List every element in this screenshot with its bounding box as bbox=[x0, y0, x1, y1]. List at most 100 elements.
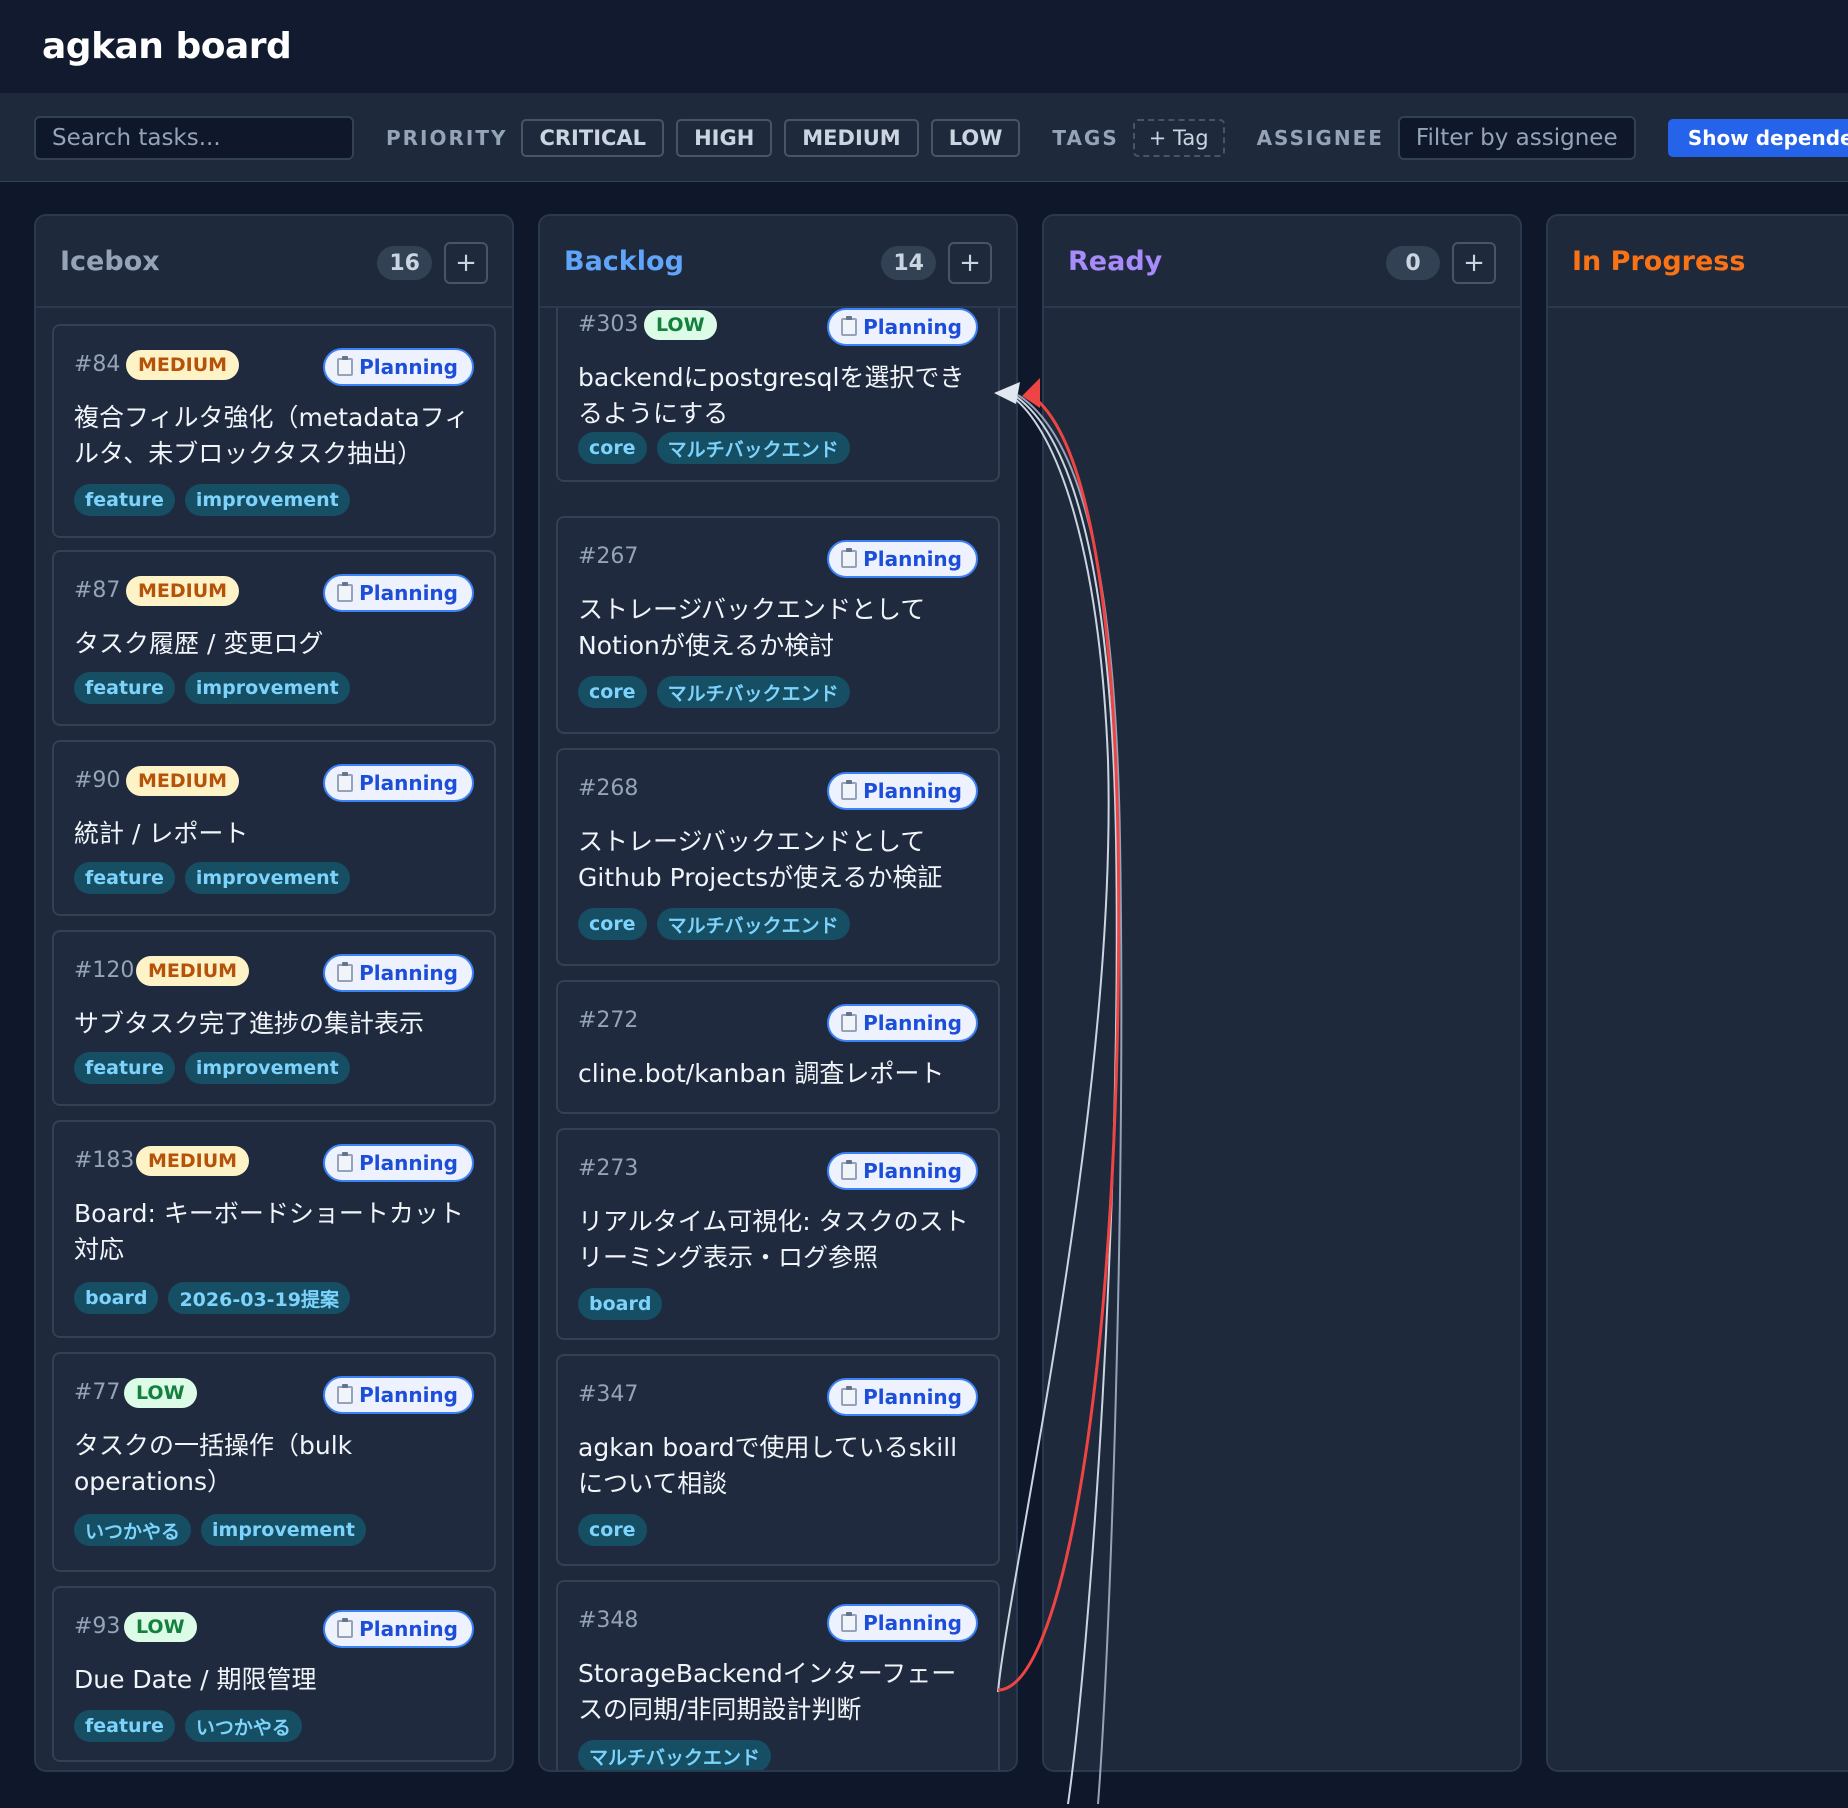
tag[interactable]: feature bbox=[74, 1710, 175, 1742]
tag[interactable]: improvement bbox=[184, 484, 350, 516]
status-label: Planning bbox=[863, 547, 962, 571]
tag[interactable]: board bbox=[578, 1288, 663, 1320]
task-card[interactable]: #347 Planning agkan boardで使用しているskillについ… bbox=[556, 1354, 1000, 1566]
tag-list: マルチバックエンド bbox=[578, 1740, 772, 1770]
tag-list: feature improvement bbox=[74, 672, 350, 704]
status-label: Planning bbox=[359, 1383, 458, 1407]
task-card[interactable]: #183 MEDIUM Planning Board: キーボードショートカット… bbox=[52, 1120, 496, 1338]
task-card[interactable]: #348 Planning StorageBackendインターフェースの同期/… bbox=[556, 1580, 1000, 1770]
column-count-badge: 16 bbox=[377, 246, 432, 280]
task-title: 複合フィルタ強化（metadataフィルタ、未ブロックタスク抽出） bbox=[74, 403, 470, 468]
status-badge: Planning bbox=[323, 1376, 474, 1414]
task-id: #120 bbox=[74, 958, 135, 983]
priority-badge: MEDIUM bbox=[136, 956, 250, 986]
clipboard-icon bbox=[841, 316, 858, 336]
tag-list: feature improvement bbox=[74, 484, 350, 516]
dependency-arrowhead-critical bbox=[1022, 378, 1040, 408]
task-card[interactable]: #273 Planning リアルタイム可視化: タスクのストリーミング表示・ロ… bbox=[556, 1128, 1000, 1340]
app-header: agkan board bbox=[0, 0, 1848, 94]
task-id: #183 bbox=[74, 1148, 135, 1173]
task-title: タスクの一括操作（bulk operations） bbox=[74, 1431, 353, 1496]
tag[interactable]: feature bbox=[74, 484, 175, 516]
tag[interactable]: board bbox=[74, 1282, 159, 1314]
clipboard-icon bbox=[337, 1152, 354, 1172]
task-card[interactable]: #268 Planning ストレージバックエンドとしてGithub Proje… bbox=[556, 748, 1000, 966]
add-task-button[interactable]: + bbox=[444, 242, 488, 284]
tag[interactable]: feature bbox=[74, 862, 175, 894]
task-title: リアルタイム可視化: タスクのストリーミング表示・ログ参照 bbox=[578, 1207, 969, 1272]
clipboard-icon bbox=[337, 772, 354, 792]
column-header: Backlog 14 + bbox=[540, 216, 1016, 308]
tag[interactable]: improvement bbox=[184, 672, 350, 704]
task-card[interactable]: #272 Planning cline.bot/kanban 調査レポート bbox=[556, 980, 1000, 1114]
tag-list: いつかやる improvement bbox=[74, 1514, 366, 1546]
tag[interactable]: improvement bbox=[184, 1052, 350, 1084]
task-card[interactable]: #267 Planning ストレージバックエンドとしてNotionが使えるか検… bbox=[556, 516, 1000, 734]
task-card[interactable]: #87 MEDIUM Planning タスク履歴 / 変更ログ feature… bbox=[52, 550, 496, 726]
priority-filter-label: PRIORITY bbox=[386, 125, 508, 150]
status-badge: Planning bbox=[827, 308, 978, 346]
search-input[interactable] bbox=[34, 115, 354, 160]
column-header: Ready 0 + bbox=[1044, 216, 1520, 308]
tag[interactable]: core bbox=[578, 1514, 647, 1546]
tag[interactable]: core bbox=[578, 676, 647, 708]
column-header: In Progress bbox=[1548, 216, 1848, 308]
task-title: 統計 / レポート bbox=[74, 819, 249, 848]
show-dependencies-button[interactable]: Show dependencies bbox=[1667, 118, 1848, 157]
assignee-filter-input[interactable] bbox=[1397, 115, 1636, 160]
column-body: #303 LOW Planning backendにpostgresqlを選択で… bbox=[540, 308, 1016, 1770]
status-badge: Planning bbox=[323, 764, 474, 802]
status-label: Planning bbox=[359, 771, 458, 795]
status-label: Planning bbox=[863, 1159, 962, 1183]
tag[interactable]: feature bbox=[74, 672, 175, 704]
status-label: Planning bbox=[863, 1611, 962, 1635]
clipboard-icon bbox=[841, 780, 858, 800]
tag[interactable]: core bbox=[578, 432, 647, 464]
task-title: cline.bot/kanban 調査レポート bbox=[578, 1059, 945, 1088]
clipboard-icon bbox=[841, 1386, 858, 1406]
task-card[interactable]: #84 MEDIUM Planning 複合フィルタ強化（metadataフィル… bbox=[52, 324, 496, 538]
priority-badge: MEDIUM bbox=[126, 350, 240, 380]
tag[interactable]: いつかやる bbox=[74, 1514, 192, 1546]
priority-critical-button[interactable]: CRITICAL bbox=[521, 118, 665, 157]
status-label: Planning bbox=[863, 1385, 962, 1409]
priority-low-button[interactable]: LOW bbox=[930, 118, 1021, 157]
assignee-filter-label: ASSIGNEE bbox=[1256, 125, 1384, 150]
add-task-button[interactable]: + bbox=[948, 242, 992, 284]
tag[interactable]: feature bbox=[74, 1052, 175, 1084]
tag[interactable]: improvement bbox=[184, 862, 350, 894]
priority-badge: MEDIUM bbox=[126, 576, 240, 606]
status-label: Planning bbox=[359, 961, 458, 985]
add-tag-filter-button[interactable]: + Tag bbox=[1132, 118, 1225, 157]
tag-list: board bbox=[578, 1288, 663, 1320]
status-badge: Planning bbox=[323, 1144, 474, 1182]
task-card[interactable]: #90 MEDIUM Planning 統計 / レポート feature im… bbox=[52, 740, 496, 916]
task-title: backendにpostgresqlを選択できるようにする bbox=[578, 363, 965, 428]
task-card[interactable]: #77 LOW Planning タスクの一括操作（bulk operation… bbox=[52, 1352, 496, 1572]
tag[interactable]: 2026-03-19提案 bbox=[168, 1282, 350, 1314]
column-body: #84 MEDIUM Planning 複合フィルタ強化（metadataフィル… bbox=[36, 308, 512, 1770]
task-card[interactable]: #120 MEDIUM Planning サブタスク完了進捗の集計表示 feat… bbox=[52, 930, 496, 1106]
task-id: #77 bbox=[74, 1380, 121, 1405]
status-badge: Planning bbox=[323, 954, 474, 992]
tag[interactable]: いつかやる bbox=[184, 1710, 302, 1742]
task-card[interactable]: #303 LOW Planning backendにpostgresqlを選択で… bbox=[556, 308, 1000, 482]
tag[interactable]: マルチバックエンド bbox=[656, 676, 850, 708]
task-card[interactable]: #93 LOW Planning Due Date / 期限管理 feature… bbox=[52, 1586, 496, 1762]
tag[interactable]: マルチバックエンド bbox=[656, 908, 850, 940]
priority-high-button[interactable]: HIGH bbox=[676, 118, 773, 157]
tag[interactable]: core bbox=[578, 908, 647, 940]
task-id: #90 bbox=[74, 768, 121, 793]
column-icebox: Icebox 16 + #84 MEDIUM Planning 複合フィルタ強化… bbox=[34, 214, 514, 1772]
tag[interactable]: マルチバックエンド bbox=[578, 1740, 772, 1770]
clipboard-icon bbox=[337, 582, 354, 602]
add-task-button[interactable]: + bbox=[1452, 242, 1496, 284]
tag-list: core マルチバックエンド bbox=[578, 432, 850, 464]
priority-medium-button[interactable]: MEDIUM bbox=[784, 118, 919, 157]
column-title: Ready bbox=[1068, 245, 1163, 277]
status-badge: Planning bbox=[827, 540, 978, 578]
status-label: Planning bbox=[863, 1011, 962, 1035]
tag[interactable]: マルチバックエンド bbox=[656, 432, 850, 464]
clipboard-icon bbox=[841, 1612, 858, 1632]
tag[interactable]: improvement bbox=[201, 1514, 366, 1546]
